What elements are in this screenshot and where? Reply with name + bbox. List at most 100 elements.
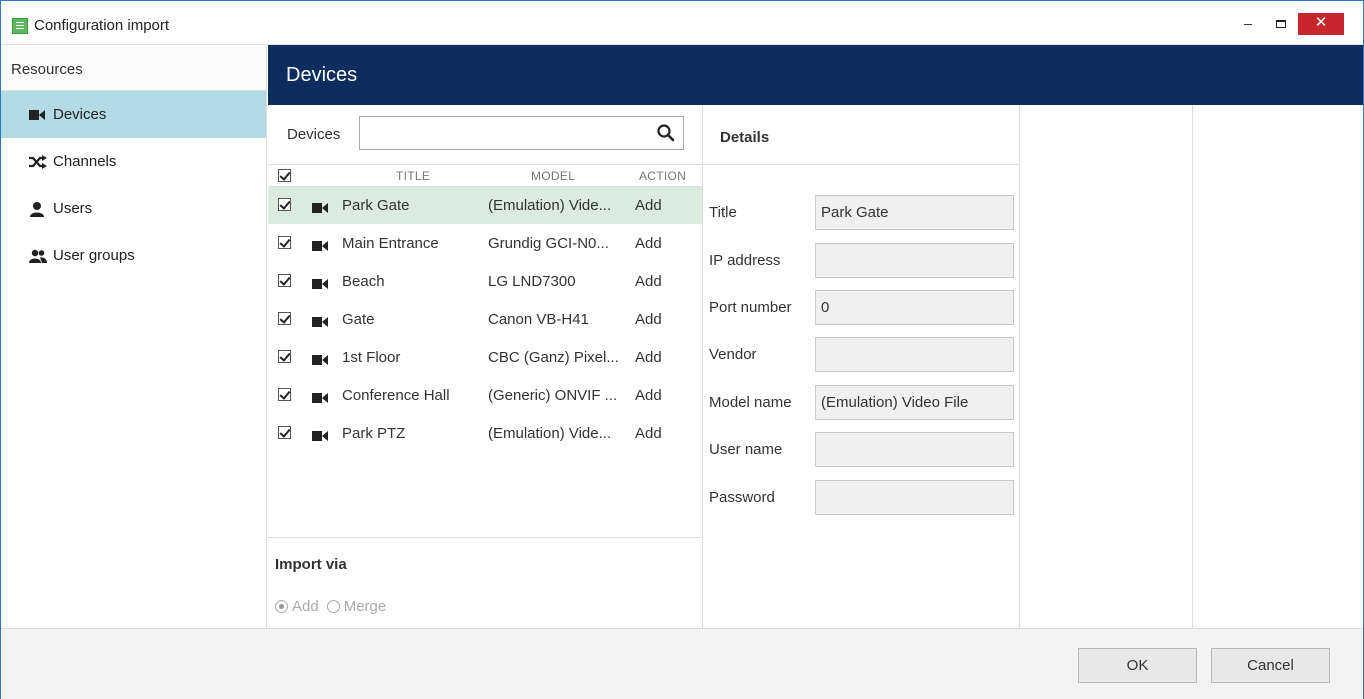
port-number-field[interactable] bbox=[815, 290, 1014, 325]
device-model: (Emulation) Vide... bbox=[488, 425, 612, 442]
table-row[interactable]: Gate Canon VB-H41 Add bbox=[268, 301, 702, 338]
table-row[interactable]: Conference Hall (Generic) ONVIF ... Add bbox=[268, 377, 702, 414]
close-button[interactable]: ✕ bbox=[1298, 13, 1344, 35]
sidebar-item-channels[interactable]: Channels bbox=[1, 138, 266, 185]
page-title: Devices bbox=[268, 45, 1363, 105]
search-icon[interactable] bbox=[656, 123, 676, 143]
column-title[interactable]: TITLE bbox=[396, 169, 430, 183]
title-field[interactable] bbox=[815, 195, 1014, 230]
password-field[interactable] bbox=[815, 480, 1014, 515]
import-via-options: Add Merge bbox=[275, 598, 394, 615]
devices-panel: Devices TITLE MODEL ACTION Park Gate (Em… bbox=[268, 105, 703, 628]
title-label: Title bbox=[709, 204, 737, 221]
device-title: Park Gate bbox=[342, 197, 410, 214]
row-checkbox[interactable] bbox=[278, 312, 291, 325]
vendor-label: Vendor bbox=[709, 346, 757, 363]
cancel-button[interactable]: Cancel bbox=[1211, 648, 1330, 683]
table-row[interactable]: Beach LG LND7300 Add bbox=[268, 263, 702, 300]
camera-icon bbox=[312, 390, 328, 407]
minimize-button[interactable]: – bbox=[1233, 13, 1263, 35]
device-model: LG LND7300 bbox=[488, 273, 576, 290]
details-panel: Details Title IP address Port number Ven… bbox=[704, 105, 1020, 628]
configuration-import-window: Configuration import – ✕ Resources Devic… bbox=[0, 0, 1364, 699]
sidebar-item-label: Channels bbox=[53, 153, 117, 170]
row-checkbox[interactable] bbox=[278, 388, 291, 401]
row-checkbox[interactable] bbox=[278, 426, 291, 439]
camera-icon bbox=[312, 352, 328, 369]
model-name-label: Model name bbox=[709, 394, 792, 411]
device-action[interactable]: Add bbox=[635, 425, 662, 442]
user-icon bbox=[29, 201, 53, 217]
device-action[interactable]: Add bbox=[635, 387, 662, 404]
user-name-label: User name bbox=[709, 441, 783, 458]
device-title: Conference Hall bbox=[342, 387, 450, 404]
device-action[interactable]: Add bbox=[635, 235, 662, 252]
device-title: Gate bbox=[342, 311, 375, 328]
maximize-button[interactable] bbox=[1266, 13, 1296, 35]
sidebar-item-users[interactable]: Users bbox=[1, 185, 266, 232]
column-action[interactable]: ACTION bbox=[639, 169, 686, 183]
device-model: Grundig GCI-N0... bbox=[488, 235, 609, 252]
vendor-field[interactable] bbox=[815, 337, 1014, 372]
radio-add[interactable] bbox=[275, 600, 288, 613]
camera-icon bbox=[312, 200, 328, 217]
table-row[interactable]: Main Entrance Grundig GCI-N0... Add bbox=[268, 225, 702, 262]
ip-address-label: IP address bbox=[709, 252, 781, 269]
device-model: (Emulation) Vide... bbox=[488, 197, 612, 214]
title-bar: Configuration import – ✕ bbox=[1, 1, 1363, 45]
password-label: Password bbox=[709, 489, 775, 506]
device-title: Park PTZ bbox=[342, 425, 406, 442]
device-model: CBC (Ganz) Pixel... bbox=[488, 349, 619, 366]
camera-icon bbox=[312, 314, 328, 331]
table-row[interactable]: Park PTZ (Emulation) Vide... Add bbox=[268, 415, 702, 452]
sidebar-item-label: Users bbox=[53, 200, 93, 217]
device-list: Park Gate (Emulation) Vide... Add Main E… bbox=[268, 187, 702, 524]
details-title: Details bbox=[704, 105, 1019, 165]
shuffle-icon bbox=[29, 154, 53, 169]
device-title: Main Entrance bbox=[342, 235, 439, 252]
window-title: Configuration import bbox=[34, 17, 170, 34]
maximize-icon bbox=[1276, 20, 1286, 29]
row-checkbox[interactable] bbox=[278, 236, 291, 249]
device-action[interactable]: Add bbox=[635, 349, 662, 366]
search-label: Devices bbox=[287, 126, 341, 143]
device-action[interactable]: Add bbox=[635, 273, 662, 290]
device-action[interactable]: Add bbox=[635, 311, 662, 328]
column-model[interactable]: MODEL bbox=[531, 169, 575, 183]
search-input[interactable] bbox=[359, 116, 684, 150]
sidebar-item-label: User groups bbox=[53, 247, 135, 264]
table-row[interactable]: 1st Floor CBC (Ganz) Pixel... Add bbox=[268, 339, 702, 376]
device-title: Beach bbox=[342, 273, 385, 290]
select-all-checkbox[interactable] bbox=[278, 169, 291, 182]
sidebar-item-label: Devices bbox=[53, 106, 107, 123]
ok-button[interactable]: OK bbox=[1078, 648, 1197, 683]
radio-merge-label[interactable]: Merge bbox=[344, 598, 387, 615]
row-checkbox[interactable] bbox=[278, 350, 291, 363]
radio-add-label[interactable]: Add bbox=[292, 598, 319, 615]
import-via-section: Import via Add Merge bbox=[268, 537, 702, 628]
port-number-label: Port number bbox=[709, 299, 792, 316]
import-via-title: Import via bbox=[275, 556, 347, 573]
row-checkbox[interactable] bbox=[278, 198, 291, 211]
resources-sidebar: Resources Devices Channels Users User gr… bbox=[1, 45, 267, 628]
model-name-field[interactable] bbox=[815, 385, 1014, 420]
row-checkbox[interactable] bbox=[278, 274, 291, 287]
sidebar-item-devices[interactable]: Devices bbox=[1, 91, 266, 138]
sidebar-item-user-groups[interactable]: User groups bbox=[1, 232, 266, 279]
device-model: Canon VB-H41 bbox=[488, 311, 589, 328]
camera-icon bbox=[312, 276, 328, 293]
camera-icon bbox=[312, 428, 328, 445]
empty-panel bbox=[1021, 105, 1193, 628]
radio-merge[interactable] bbox=[326, 600, 340, 613]
camera-icon bbox=[312, 238, 328, 255]
device-action[interactable]: Add bbox=[635, 197, 662, 214]
device-model: (Generic) ONVIF ... bbox=[488, 387, 618, 404]
table-header: TITLE MODEL ACTION bbox=[268, 165, 702, 187]
sidebar-header: Resources bbox=[1, 45, 266, 91]
users-icon bbox=[29, 249, 53, 263]
table-row[interactable]: Park Gate (Emulation) Vide... Add bbox=[268, 187, 702, 224]
search-row: Devices bbox=[268, 105, 702, 165]
ip-address-field[interactable] bbox=[815, 243, 1014, 278]
user-name-field[interactable] bbox=[815, 432, 1014, 467]
camera-icon bbox=[29, 109, 53, 120]
